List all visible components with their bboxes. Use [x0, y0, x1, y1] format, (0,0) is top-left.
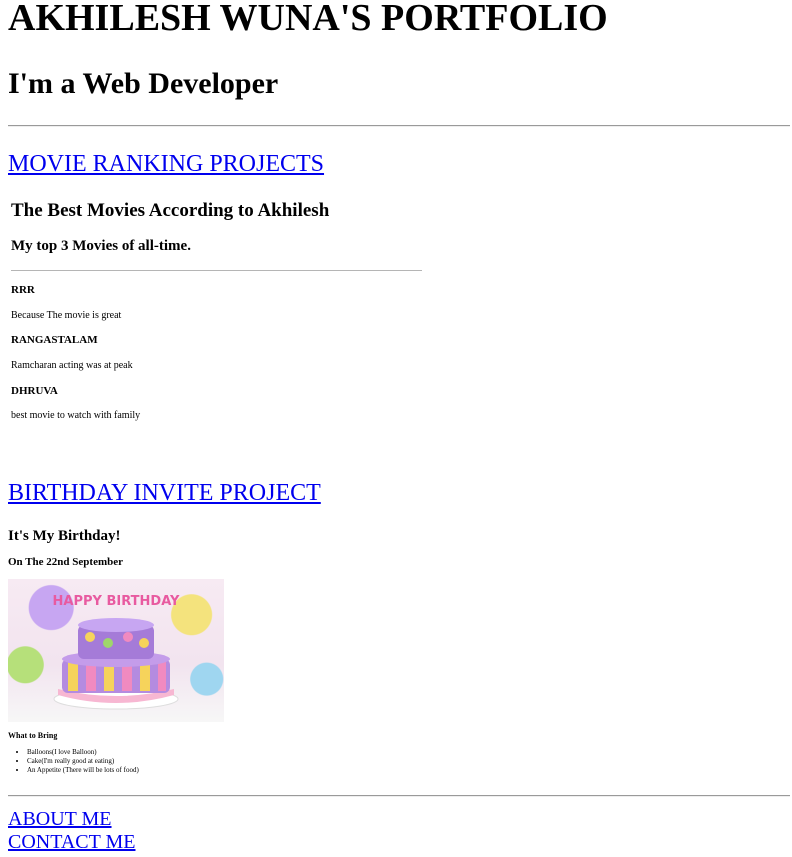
list-item: An Appetite (There will be lots of food)	[27, 766, 139, 775]
what-to-bring-heading: What to Bring	[8, 731, 58, 740]
movie-name: RANGASTALAM	[11, 334, 98, 346]
list-item: Balloons(I love Balloon)	[27, 748, 139, 757]
movies-divider	[11, 270, 422, 271]
movie-description: Because The movie is great	[11, 310, 122, 321]
movies-subtitle: My top 3 Movies of all-time.	[11, 238, 191, 254]
movie-description: best movie to watch with family	[11, 410, 141, 421]
movie-ranking-link[interactable]: MOVIE RANKING PROJECTS	[8, 150, 324, 178]
bring-list: Balloons(I love Balloon) Cake(I'm really…	[8, 748, 139, 775]
birthday-cake-image: HAPPY BIRTHDAY	[8, 579, 224, 722]
about-me-link[interactable]: ABOUT ME	[8, 808, 112, 830]
divider-bottom	[8, 795, 790, 797]
page-subtitle: I'm a Web Developer	[8, 67, 279, 100]
divider-top	[8, 125, 790, 127]
movie-name: DHRUVA	[11, 385, 58, 397]
cake-topper-text: HAPPY BIRTHDAY	[53, 594, 180, 609]
birthday-heading: It's My Birthday!	[8, 528, 121, 544]
cake-illustration: HAPPY BIRTHDAY	[53, 594, 180, 710]
page-title: AKHILESH WUNA'S PORTFOLIO	[8, 0, 608, 39]
contact-me-link[interactable]: CONTACT ME	[8, 831, 135, 853]
movie-description: Ramcharan acting was at peak	[11, 360, 133, 371]
birthday-date: On The 22nd September	[8, 556, 124, 568]
list-item: Cake(I'm really good at eating)	[27, 757, 139, 766]
movie-name: RRR	[11, 284, 35, 296]
birthday-invite-link[interactable]: BIRTHDAY INVITE PROJECT	[8, 479, 321, 507]
movies-title: The Best Movies According to Akhilesh	[11, 200, 330, 221]
